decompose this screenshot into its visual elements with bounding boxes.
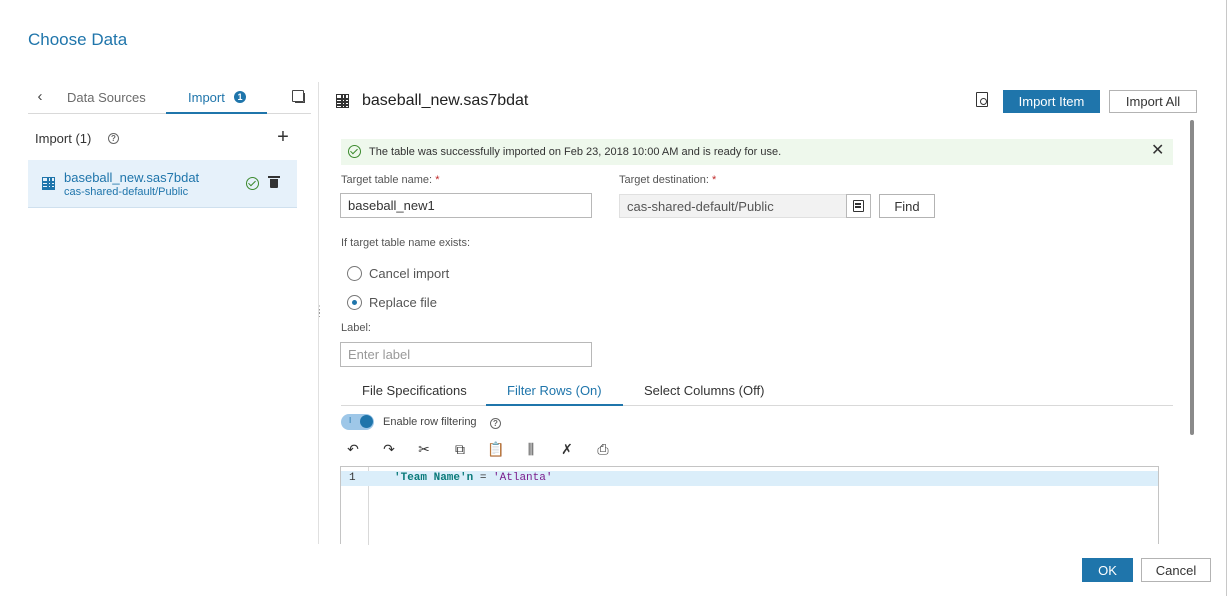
tab-filter-rows[interactable]: Filter Rows (On) — [507, 383, 602, 398]
clear-icon[interactable]: ✗ — [559, 442, 575, 458]
tab-import-label: Import — [188, 90, 225, 105]
success-check-icon — [348, 145, 361, 158]
collapse-pane-icon[interactable] — [292, 90, 305, 103]
toggle-on-mark: I — [349, 416, 352, 425]
success-banner: The table was successfully imported on F… — [341, 139, 1173, 165]
target-destination-label: Target destination: * — [619, 174, 717, 186]
close-icon[interactable]: ✕ — [1151, 143, 1164, 159]
import-all-button[interactable]: Import All — [1109, 90, 1197, 113]
vertical-scrollbar[interactable] — [1190, 120, 1194, 435]
format-icon[interactable]: ⫼ — [523, 442, 539, 458]
cut-icon[interactable]: ✂ — [416, 442, 432, 458]
table-properties-icon[interactable] — [976, 92, 988, 107]
help-icon[interactable]: ? — [108, 133, 119, 144]
row-filtering-label: Enable row filtering — [383, 416, 477, 428]
toggle-knob — [360, 415, 373, 428]
label-field-label: Label: — [341, 322, 371, 334]
undo-icon[interactable]: ↶ — [345, 442, 361, 458]
success-check-icon — [246, 177, 259, 190]
tab-import[interactable]: Import 1 — [166, 82, 267, 114]
table-icon — [42, 177, 55, 190]
add-import-icon[interactable]: + — [275, 127, 291, 147]
tab-data-sources[interactable]: Data Sources — [67, 90, 146, 105]
active-tab-indicator — [486, 404, 623, 406]
required-mark: * — [435, 174, 440, 186]
paste-icon[interactable]: 📋 — [487, 442, 504, 458]
redo-icon[interactable]: ↷ — [381, 442, 397, 458]
radio-replace-file-label[interactable]: Replace file — [369, 295, 437, 310]
code-column-name: 'Team Name'n — [394, 472, 474, 484]
target-name-label: Target table name: * — [341, 174, 440, 186]
tab-select-columns[interactable]: Select Columns (Off) — [644, 383, 764, 398]
radio-cancel-import-label[interactable]: Cancel import — [369, 266, 449, 281]
ok-button[interactable]: OK — [1082, 558, 1133, 582]
print-icon[interactable]: ⎙ — [595, 442, 611, 458]
radio-replace-file[interactable] — [347, 295, 362, 310]
import-list-item[interactable]: baseball_new.sas7bdat cas-shared-default… — [28, 160, 297, 208]
import-item-name: baseball_new.sas7bdat — [64, 170, 200, 185]
target-name-input[interactable] — [340, 193, 592, 218]
left-tab-bar: ‹ Data Sources Import 1 — [28, 82, 311, 114]
dialog-right-border — [1226, 0, 1227, 596]
copy-icon[interactable]: ⧉ — [452, 442, 468, 458]
browse-library-button[interactable] — [846, 194, 871, 218]
import-heading: Import (1) — [35, 131, 92, 146]
target-destination-field — [619, 194, 847, 218]
tab-import-badge: 1 — [234, 91, 246, 103]
line-number: 1 — [349, 472, 356, 484]
find-button[interactable]: Find — [879, 194, 935, 218]
banner-message: The table was successfully imported on F… — [369, 146, 782, 158]
cancel-button[interactable]: Cancel — [1141, 558, 1211, 582]
required-mark: * — [711, 174, 717, 186]
import-item-location: cas-shared-default/Public — [64, 186, 189, 198]
dialog-title: Choose Data — [28, 30, 128, 49]
exists-label: If target table name exists: — [341, 237, 471, 249]
code-line[interactable]: 'Team Name'n = 'Atlanta' — [394, 472, 552, 484]
sub-tab-bar: File Specifications Filter Rows (On) Sel… — [341, 378, 1173, 406]
library-icon — [853, 200, 864, 212]
splitter-grip-icon[interactable]: ⋮ ⋮ — [315, 305, 324, 319]
radio-cancel-import[interactable] — [347, 266, 362, 281]
row-filtering-toggle[interactable]: I — [341, 414, 374, 430]
tab-file-specifications[interactable]: File Specifications — [362, 383, 467, 398]
code-string-value: 'Atlanta' — [493, 472, 553, 484]
trash-icon[interactable] — [268, 176, 280, 188]
import-item-button[interactable]: Import Item — [1003, 90, 1100, 113]
help-icon[interactable]: ? — [490, 418, 501, 429]
code-operator: = — [479, 472, 487, 484]
label-input[interactable] — [340, 342, 592, 367]
table-title: baseball_new.sas7bdat — [362, 92, 529, 109]
chevron-left-icon[interactable]: ‹ — [32, 88, 48, 106]
code-editor[interactable]: 1 'Team Name'n = 'Atlanta' — [340, 466, 1159, 545]
table-icon — [336, 94, 349, 108]
